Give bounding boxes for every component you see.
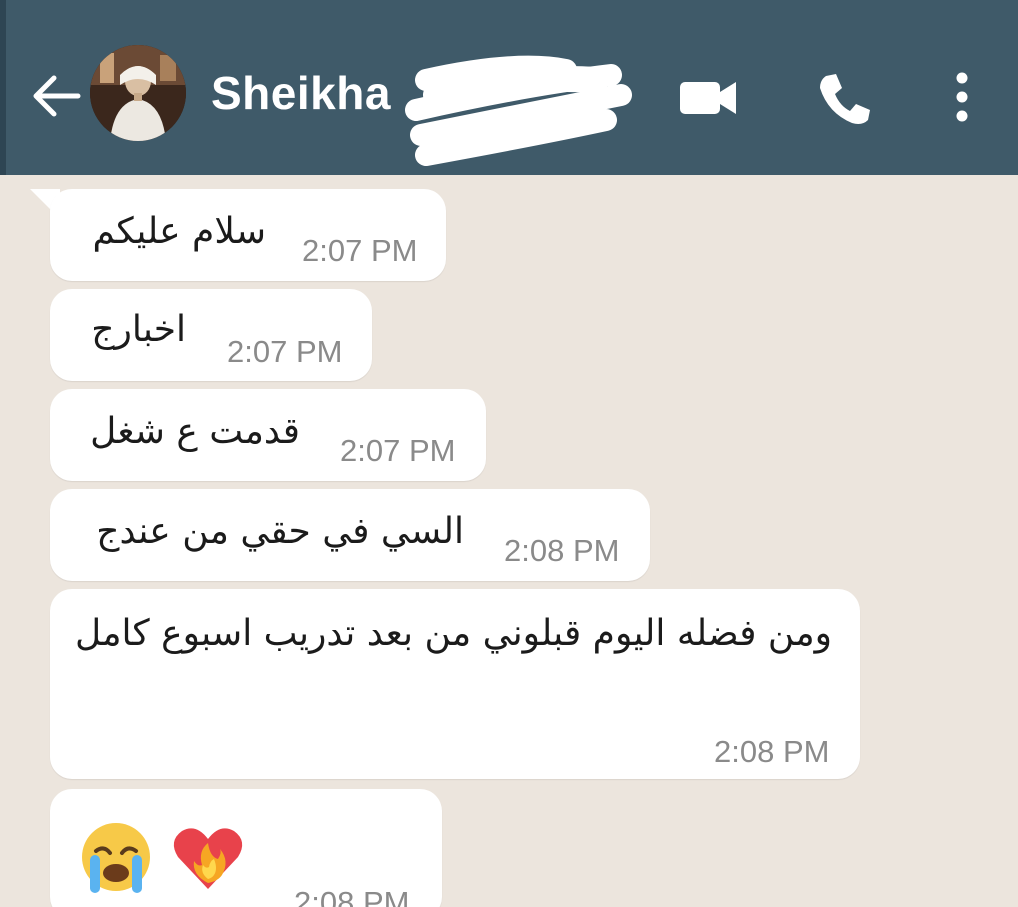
back-button[interactable] <box>28 68 84 124</box>
message-bubble[interactable]: ومن فضله اليوم قبلوني من بعد تدريب اسبوع… <box>50 589 860 779</box>
message-bubble[interactable]: السي في حقي من عندج 2:08 PM <box>50 489 650 581</box>
voice-call-button[interactable] <box>812 68 876 128</box>
loudly-crying-face-icon <box>82 823 150 893</box>
phone-icon <box>820 74 870 124</box>
message-bubble[interactable]: 2:08 PM <box>50 789 442 907</box>
message-time: 2:08 PM <box>714 734 830 769</box>
heart-on-fire-icon <box>173 828 243 889</box>
message-time: 2:07 PM <box>227 334 343 369</box>
avatar-image <box>90 45 186 141</box>
message-bubble[interactable]: اخبارج 2:07 PM <box>50 289 372 381</box>
message-text: ومن فضله اليوم قبلوني من بعد تدريب اسبوع… <box>74 613 832 654</box>
video-call-button[interactable] <box>676 68 740 128</box>
contact-name[interactable]: Sheikha <box>211 66 391 120</box>
message-time: 2:07 PM <box>340 433 456 468</box>
message-bubble[interactable]: قدمت ع شغل 2:07 PM <box>50 389 486 481</box>
chat-screen: Sheikha سلام عليكم 2:07 PM اخبارج 2:07 P… <box>0 0 1018 907</box>
back-arrow-icon <box>33 75 81 117</box>
message-list[interactable]: سلام عليكم 2:07 PM اخبارج 2:07 PM قدمت ع… <box>0 175 1018 907</box>
message-text: قدمت ع شغل <box>90 411 300 452</box>
more-options-button[interactable] <box>932 68 992 128</box>
video-call-icon <box>680 82 736 114</box>
more-vert-icon <box>956 72 968 122</box>
message-time: 2:07 PM <box>302 233 418 268</box>
chat-header: Sheikha <box>0 0 1018 175</box>
redaction-scribble <box>405 55 632 166</box>
message-text: السي في حقي من عندج <box>96 511 464 552</box>
message-text: اخبارج <box>91 309 186 350</box>
message-time: 2:08 PM <box>504 533 620 568</box>
message-bubble[interactable]: سلام عليكم 2:07 PM <box>50 189 446 281</box>
message-time: 2:08 PM <box>294 885 410 907</box>
message-text: سلام عليكم <box>92 211 266 252</box>
avatar[interactable] <box>90 45 186 141</box>
